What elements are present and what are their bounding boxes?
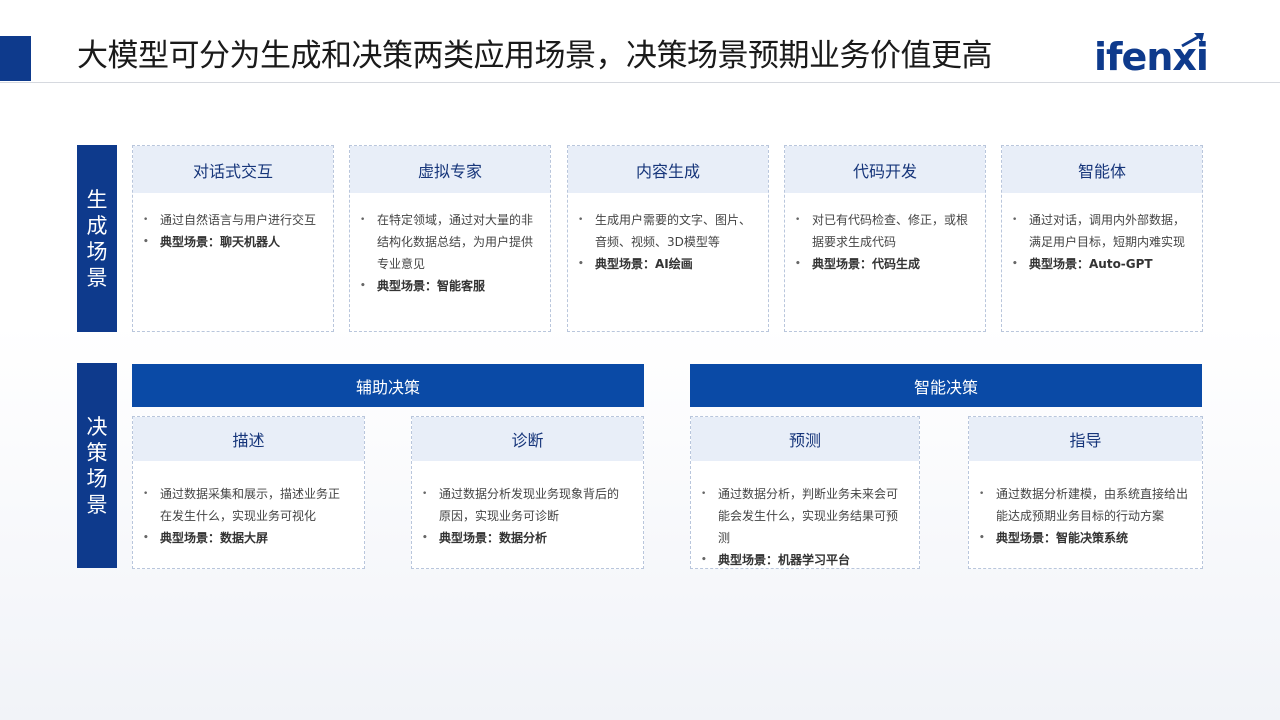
dec-card-diagnose: 诊断 • 通过数据分析发现业务现象背后的原因，实现业务可诊断 • 典型场景：数据分析 bbox=[411, 416, 644, 569]
card-text: 通过数据分析发现业务现象背后的原因，实现业务可诊断 bbox=[439, 487, 620, 523]
decision-scene-label: 决 策 场 景 bbox=[77, 363, 117, 568]
card-title: 对话式交互 bbox=[133, 146, 333, 193]
side-char: 生 bbox=[86, 187, 108, 212]
bullet-icon: • bbox=[979, 489, 985, 499]
page-title: 大模型可分为生成和决策两类应用场景，决策场景预期业务价值更高 bbox=[77, 38, 993, 74]
bullet-icon: • bbox=[578, 259, 584, 269]
card-title: 描述 bbox=[133, 417, 364, 461]
card-text: 通过数据分析建模，由系统直接给出能达成预期业务目标的行动方案 bbox=[996, 487, 1189, 523]
bullet-icon: • bbox=[422, 533, 428, 543]
card-text: 通过对话，调用内外部数据，满足用户目标，短期内难实现 bbox=[1029, 213, 1186, 249]
bullet-icon: • bbox=[143, 215, 149, 225]
side-char: 策 bbox=[86, 440, 108, 465]
bullet-icon: • bbox=[143, 533, 149, 543]
bullet-icon: • bbox=[360, 215, 366, 225]
card-scene: 典型场景：机器学习平台 bbox=[718, 553, 851, 567]
card-scene: 典型场景：数据大屏 bbox=[160, 531, 269, 545]
card-title: 指导 bbox=[969, 417, 1202, 461]
card-scene: 典型场景：聊天机器人 bbox=[160, 235, 281, 249]
side-char: 决 bbox=[86, 414, 108, 439]
gen-card-dialog: 对话式交互 • 通过自然语言与用户进行交互 • 典型场景：聊天机器人 bbox=[132, 145, 334, 332]
side-char: 成 bbox=[86, 213, 108, 238]
bullet-icon: • bbox=[795, 215, 801, 225]
card-scene: 典型场景：智能决策系统 bbox=[996, 531, 1129, 545]
dec-card-predict: 预测 • 通过数据分析，判断业务未来会可能会发生什么，实现业务结果可预测 • 典型场… bbox=[690, 416, 920, 569]
card-text: 通过数据采集和展示，描述业务正在发生什么，实现业务可视化 bbox=[160, 487, 341, 523]
card-title: 预测 bbox=[691, 417, 919, 461]
bullet-icon: • bbox=[1012, 215, 1018, 225]
bullet-icon: • bbox=[795, 259, 801, 269]
generation-scene-label: 生 成 场 景 bbox=[77, 145, 117, 332]
bullet-icon: • bbox=[143, 237, 149, 247]
card-text: 通过自然语言与用户进行交互 bbox=[160, 213, 317, 227]
card-text: 对已有代码检查、修正，或根据要求生成代码 bbox=[812, 213, 969, 249]
title-divider bbox=[0, 82, 1280, 83]
card-scene: 典型场景：Auto-GPT bbox=[1029, 257, 1153, 271]
gen-card-agent: 智能体 • 通过对话，调用内外部数据，满足用户目标，短期内难实现 • 典型场景：Au… bbox=[1001, 145, 1203, 332]
card-scene: 典型场景：AI绘画 bbox=[595, 257, 693, 271]
card-title: 诊断 bbox=[412, 417, 643, 461]
card-title: 智能体 bbox=[1002, 146, 1202, 193]
bullet-icon: • bbox=[701, 555, 707, 565]
card-title: 虚拟专家 bbox=[350, 146, 550, 193]
card-scene: 典型场景：代码生成 bbox=[812, 257, 921, 271]
assisted-decision-band: 辅助决策 bbox=[132, 364, 644, 407]
gen-card-content: 内容生成 • 生成用户需要的文字、图片、音频、视频、3D模型等 • 典型场景：AI绘… bbox=[567, 145, 769, 332]
bullet-icon: • bbox=[578, 215, 584, 225]
gen-card-expert: 虚拟专家 • 在特定领域，通过对大量的非结构化数据总结，为用户提供专业意见 • 典型… bbox=[349, 145, 551, 332]
bullet-icon: • bbox=[701, 489, 707, 499]
dec-card-describe: 描述 • 通过数据采集和展示，描述业务正在发生什么，实现业务可视化 • 典型场景：数… bbox=[132, 416, 365, 569]
bullet-icon: • bbox=[979, 533, 985, 543]
bullet-icon: • bbox=[143, 489, 149, 499]
gen-card-code: 代码开发 • 对已有代码检查、修正，或根据要求生成代码 • 典型场景：代码生成 bbox=[784, 145, 986, 332]
bullet-icon: • bbox=[360, 281, 366, 291]
card-text: 在特定领域，通过对大量的非结构化数据总结，为用户提供专业意见 bbox=[377, 213, 534, 271]
card-text: 生成用户需要的文字、图片、音频、视频、3D模型等 bbox=[595, 213, 752, 249]
card-scene: 典型场景：数据分析 bbox=[439, 531, 548, 545]
card-title: 代码开发 bbox=[785, 146, 985, 193]
bullet-icon: • bbox=[422, 489, 428, 499]
title-accent-bar bbox=[0, 36, 31, 81]
dec-card-guide: 指导 • 通过数据分析建模，由系统直接给出能达成预期业务目标的行动方案 • 典型场景… bbox=[968, 416, 1203, 569]
side-char: 景 bbox=[86, 492, 108, 517]
logo-arrow-icon bbox=[1181, 33, 1204, 48]
card-title: 内容生成 bbox=[568, 146, 768, 193]
card-scene: 典型场景：智能客服 bbox=[377, 279, 486, 293]
bullet-icon: • bbox=[1012, 259, 1018, 269]
side-char: 景 bbox=[86, 265, 108, 290]
intelligent-decision-band: 智能决策 bbox=[690, 364, 1202, 407]
side-char: 场 bbox=[86, 466, 108, 491]
side-char: 场 bbox=[86, 239, 108, 264]
card-text: 通过数据分析，判断业务未来会可能会发生什么，实现业务结果可预测 bbox=[718, 487, 899, 545]
